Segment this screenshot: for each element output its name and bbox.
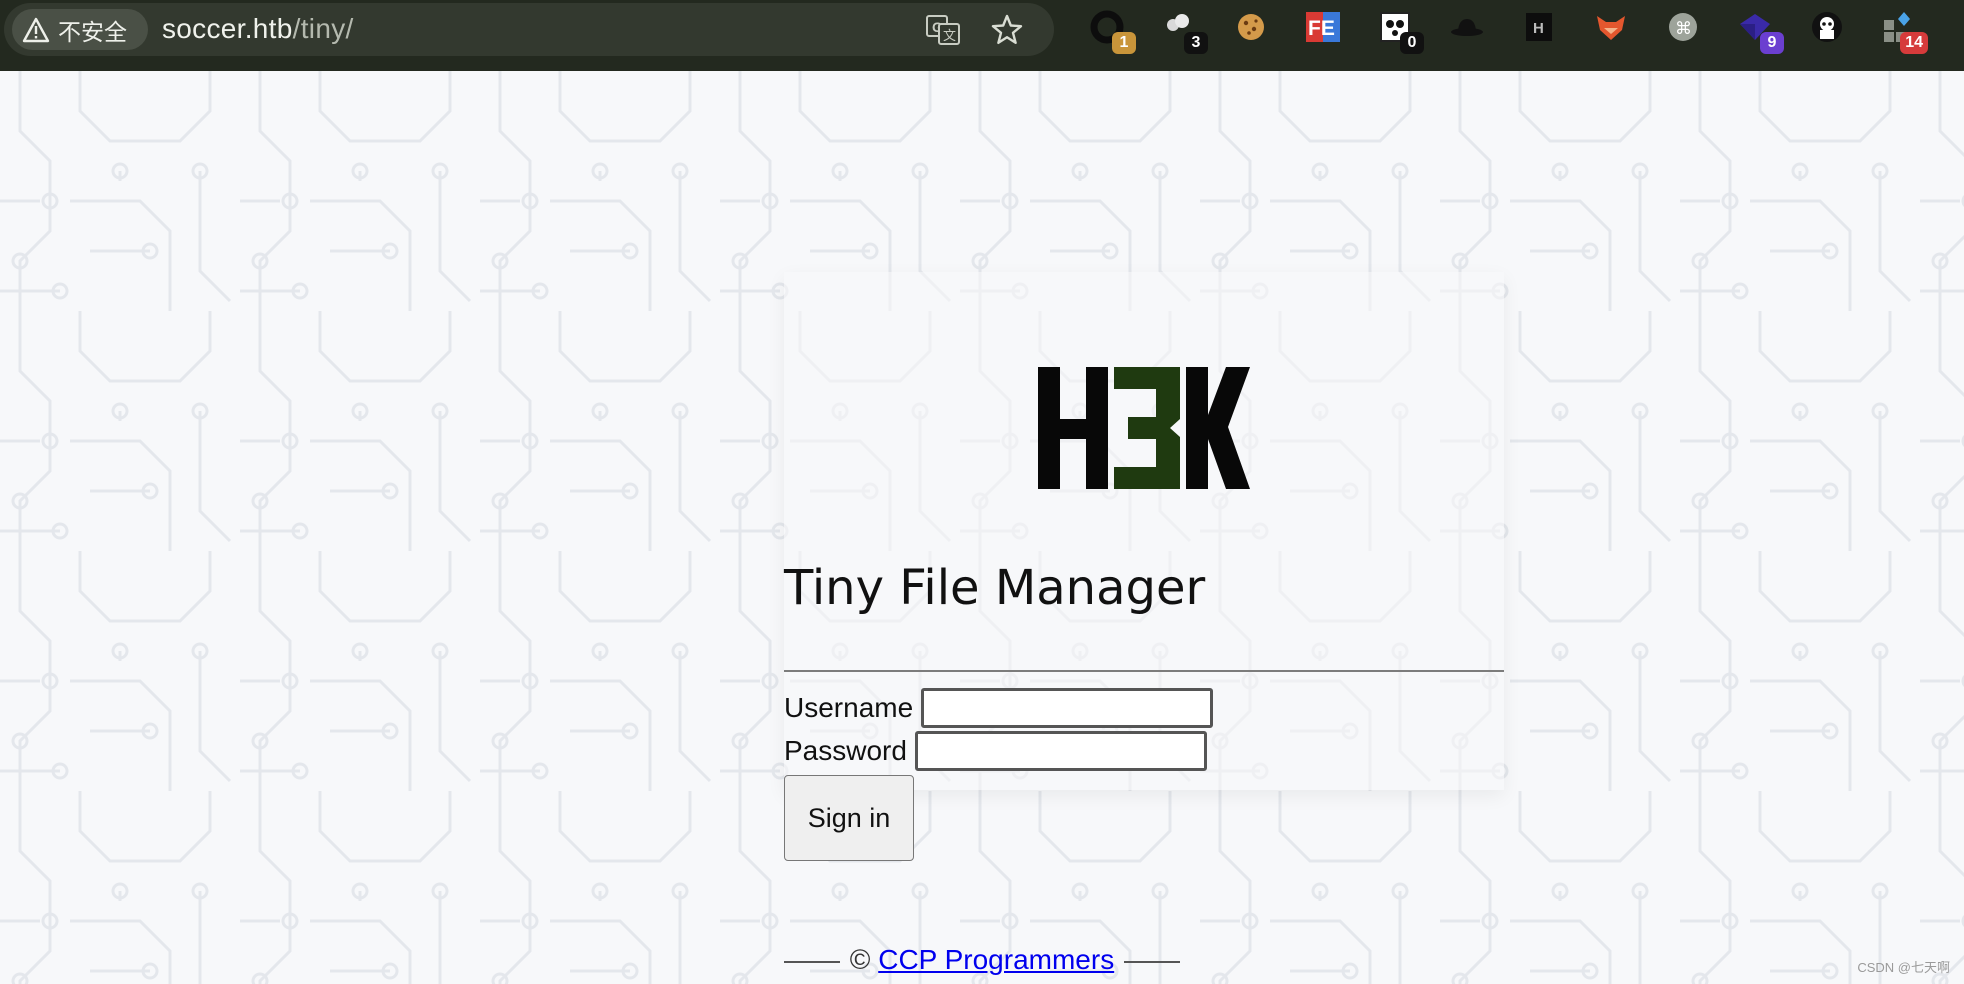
cookie-icon[interactable] <box>1232 8 1270 46</box>
password-label: Password <box>784 735 907 766</box>
ext-badge: 0 <box>1400 32 1424 54</box>
username-label: Username <box>784 692 914 723</box>
hat-icon[interactable] <box>1448 8 1486 46</box>
watermark: CSDN @七天啊 <box>1857 960 1950 975</box>
panda-extension-icon[interactable]: 0 <box>1376 8 1424 54</box>
footer-dash-left <box>783 960 840 963</box>
bookmark-star-icon[interactable] <box>988 11 1026 49</box>
extensions-bar: 1 3 FE 0 H ⌘ 9 14 <box>1080 0 1964 56</box>
svg-text:FE: FE <box>1308 17 1335 40</box>
password-input[interactable] <box>914 731 1207 771</box>
divider <box>784 670 1504 672</box>
svg-text:H: H <box>1533 20 1544 37</box>
gem-icon[interactable]: 9 <box>1736 8 1784 54</box>
command-icon[interactable]: ⌘ <box>1664 8 1702 46</box>
username-row: Username <box>784 688 1214 728</box>
url-text[interactable]: soccer.htb/tiny/ <box>162 13 354 45</box>
svg-text:⌘: ⌘ <box>1675 19 1692 39</box>
password-row: Password <box>784 731 1207 771</box>
fox-icon[interactable] <box>1592 8 1630 46</box>
url-host: soccer.htb <box>162 13 293 44</box>
browser-toolbar: 不安全 soccer.htb/tiny/ G 文 1 3 FE 0 H ⌘ 9 … <box>0 0 1964 71</box>
svg-text:文: 文 <box>943 29 956 44</box>
sign-in-button[interactable]: Sign in <box>784 775 914 861</box>
copyright-symbol: © <box>849 944 871 975</box>
puzzle-icon[interactable]: 14 <box>1880 8 1928 54</box>
cloud-extension-icon[interactable]: 3 <box>1160 8 1208 54</box>
ext-badge: 3 <box>1184 32 1208 54</box>
ext-badge: 9 <box>1760 32 1784 54</box>
warning-icon <box>22 17 50 42</box>
address-bar[interactable]: 不安全 soccer.htb/tiny/ G 文 <box>4 3 1054 56</box>
footer: © CCP Programmers <box>0 944 1964 976</box>
fe-helper-icon[interactable]: FE <box>1304 8 1342 46</box>
security-label: 不安全 <box>58 18 127 45</box>
translate-icon[interactable]: G 文 <box>924 11 962 49</box>
ccp-programmers-link[interactable]: CCP Programmers <box>878 944 1114 975</box>
ghost-icon[interactable] <box>1808 8 1846 46</box>
h3k-logo <box>1038 367 1250 489</box>
security-indicator[interactable]: 不安全 <box>12 9 148 50</box>
ext-badge: 14 <box>1900 32 1928 54</box>
footer-dash-right <box>1124 960 1181 963</box>
ext-badge: 1 <box>1112 32 1136 54</box>
url-path: /tiny/ <box>292 13 354 44</box>
h-extension-icon[interactable]: H <box>1520 8 1558 46</box>
ring-extension-icon[interactable]: 1 <box>1088 8 1136 54</box>
page-title: Tiny File Manager <box>784 560 1206 616</box>
username-input[interactable] <box>921 688 1214 728</box>
